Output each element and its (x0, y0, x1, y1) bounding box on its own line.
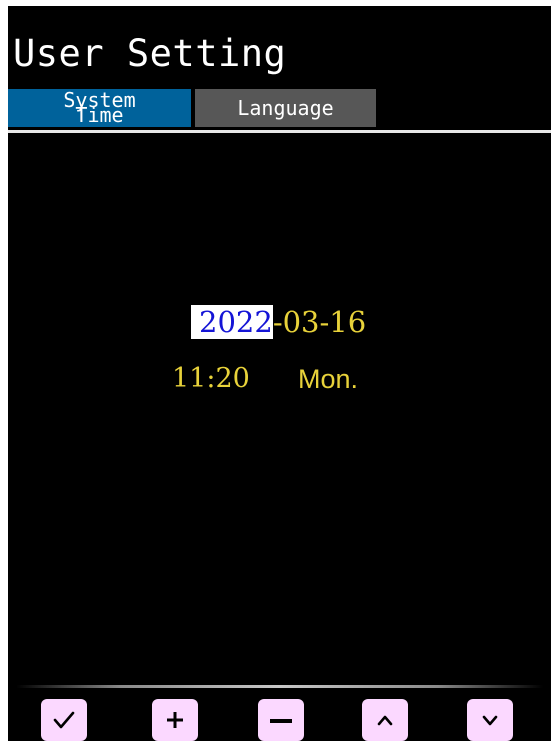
up-button[interactable] (362, 699, 408, 741)
plus-icon (167, 712, 183, 728)
month-day-field[interactable]: -03-16 (273, 305, 366, 339)
page-title: User Setting (13, 32, 287, 75)
year-field-selected[interactable]: 2022 (191, 305, 273, 339)
tab-system-time-label-line2: Time (75, 103, 124, 127)
confirm-button[interactable] (41, 699, 87, 741)
weekday-field[interactable]: Mon. (298, 362, 358, 396)
minus-icon (270, 719, 292, 723)
tab-system-time[interactable]: System Time (8, 89, 191, 127)
device-screen: User Setting System Time Language 2022-0… (8, 6, 551, 741)
check-icon (53, 711, 75, 729)
increment-button[interactable] (152, 699, 198, 741)
down-button[interactable] (467, 699, 513, 741)
date-field: 2022-03-16 (191, 305, 366, 339)
chevron-up-icon (377, 715, 393, 726)
time-field[interactable]: 11:20 (172, 362, 250, 396)
softkey-divider (16, 685, 543, 688)
decrement-button[interactable] (258, 699, 304, 741)
chevron-down-icon (482, 715, 498, 726)
tab-language[interactable]: Language (195, 89, 376, 127)
tab-language-label: Language (237, 96, 334, 120)
header-divider (8, 130, 551, 133)
